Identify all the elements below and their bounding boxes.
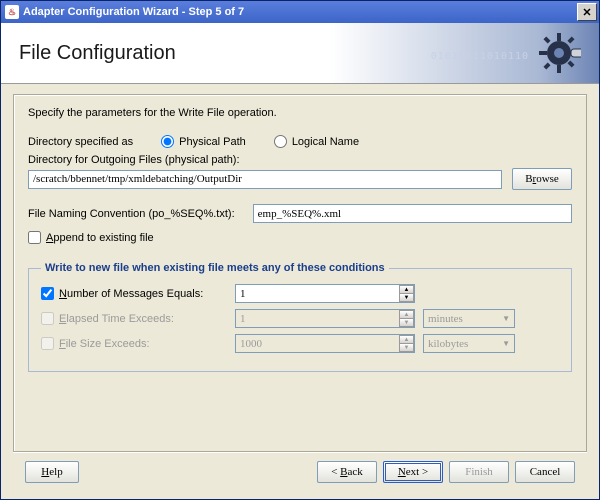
dir-spec-label: Directory specified as	[28, 136, 133, 148]
naming-label: File Naming Convention (po_%SEQ%.txt):	[28, 208, 235, 220]
msgcount-mnemonic: N	[59, 288, 67, 300]
back-mnemonic: B	[340, 466, 347, 478]
radio-physical-label: Physical Path	[179, 136, 246, 148]
filesize-mnemonic: F	[59, 338, 66, 350]
header-decoration-digits: 01010011010110	[431, 51, 529, 62]
wizard-window: ♨ Adapter Configuration Wizard - Step 5 …	[0, 0, 600, 500]
filesize-unit-select: kilobytes ▼	[423, 334, 515, 353]
outgoing-dir-label: Directory for Outgoing Files (physical p…	[28, 154, 572, 166]
append-label: Append to existing file	[46, 232, 154, 244]
content-panel: Specify the parameters for the Write Fil…	[13, 94, 587, 452]
title-bar: ♨ Adapter Configuration Wizard - Step 5 …	[1, 1, 599, 23]
cond-filesize-row: File Size Exceeds: ▲▼ kilobytes ▼	[41, 334, 559, 353]
elapsed-checkbox	[41, 312, 54, 325]
chevron-down-icon: ▼	[502, 314, 510, 323]
elapsed-unit-value: minutes	[428, 313, 463, 325]
window-title: Adapter Configuration Wizard - Step 5 of…	[23, 6, 244, 18]
conditions-group: Write to new file when existing file mee…	[28, 262, 572, 372]
radio-logical-input[interactable]	[274, 135, 287, 148]
app-icon: ♨	[5, 5, 19, 19]
dir-spec-row: Directory specified as Physical Path Log…	[28, 135, 572, 148]
filesize-spin-buttons: ▲▼	[399, 335, 414, 352]
wizard-footer: Help < Back Next > Finish Cancel	[13, 452, 587, 491]
radio-physical-path[interactable]: Physical Path	[161, 135, 246, 148]
next-mnemonic: N	[398, 466, 406, 478]
radio-physical-input[interactable]	[161, 135, 174, 148]
filesize-unit-value: kilobytes	[428, 338, 468, 350]
naming-input[interactable]	[253, 204, 572, 223]
help-mnemonic: H	[41, 466, 49, 478]
page-title: File Configuration	[19, 42, 176, 65]
msgcount-spin-buttons[interactable]: ▲▼	[399, 285, 414, 302]
browse-mnemonic: r	[533, 173, 537, 185]
cond-elapsed-row: Elapsed Time Exceeds: ▲▼ minutes ▼	[41, 309, 559, 328]
cancel-button[interactable]: Cancel	[515, 461, 575, 483]
gear-icon	[537, 31, 581, 75]
filesize-checkbox	[41, 337, 54, 350]
close-icon: ✕	[582, 6, 591, 19]
close-button[interactable]: ✕	[577, 3, 597, 21]
browse-button[interactable]: Browse	[512, 168, 572, 190]
radio-logical-label: Logical Name	[292, 136, 359, 148]
cond-msgcount-row: Number of Messages Equals: ▲▼	[41, 284, 559, 303]
chevron-down-icon: ▼	[502, 339, 510, 348]
conditions-legend: Write to new file when existing file mee…	[41, 262, 389, 274]
elapsed-unit-select: minutes ▼	[423, 309, 515, 328]
wizard-header: File Configuration 01010011010110	[1, 23, 599, 84]
back-button[interactable]: < Back	[317, 461, 377, 483]
elapsed-mnemonic: E	[59, 313, 66, 325]
intro-text: Specify the parameters for the Write Fil…	[28, 107, 572, 119]
append-checkbox[interactable]	[28, 231, 41, 244]
filesize-spinner	[235, 334, 415, 353]
append-mnemonic: A	[46, 232, 53, 244]
elapsed-spinner	[235, 309, 415, 328]
elapsed-label: Elapsed Time Exceeds:	[59, 313, 174, 325]
elapsed-spin-buttons: ▲▼	[399, 310, 414, 327]
help-button[interactable]: Help	[25, 461, 79, 483]
outgoing-dir-input[interactable]	[28, 170, 502, 189]
radio-logical-name[interactable]: Logical Name	[274, 135, 359, 148]
msgcount-spinner[interactable]	[235, 284, 415, 303]
next-button[interactable]: Next >	[383, 461, 443, 483]
finish-button: Finish	[449, 461, 509, 483]
msgcount-checkbox[interactable]	[41, 287, 54, 300]
filesize-label: File Size Exceeds:	[59, 338, 150, 350]
append-checkbox-row[interactable]: Append to existing file	[28, 231, 572, 244]
msgcount-label: Number of Messages Equals:	[59, 288, 203, 300]
